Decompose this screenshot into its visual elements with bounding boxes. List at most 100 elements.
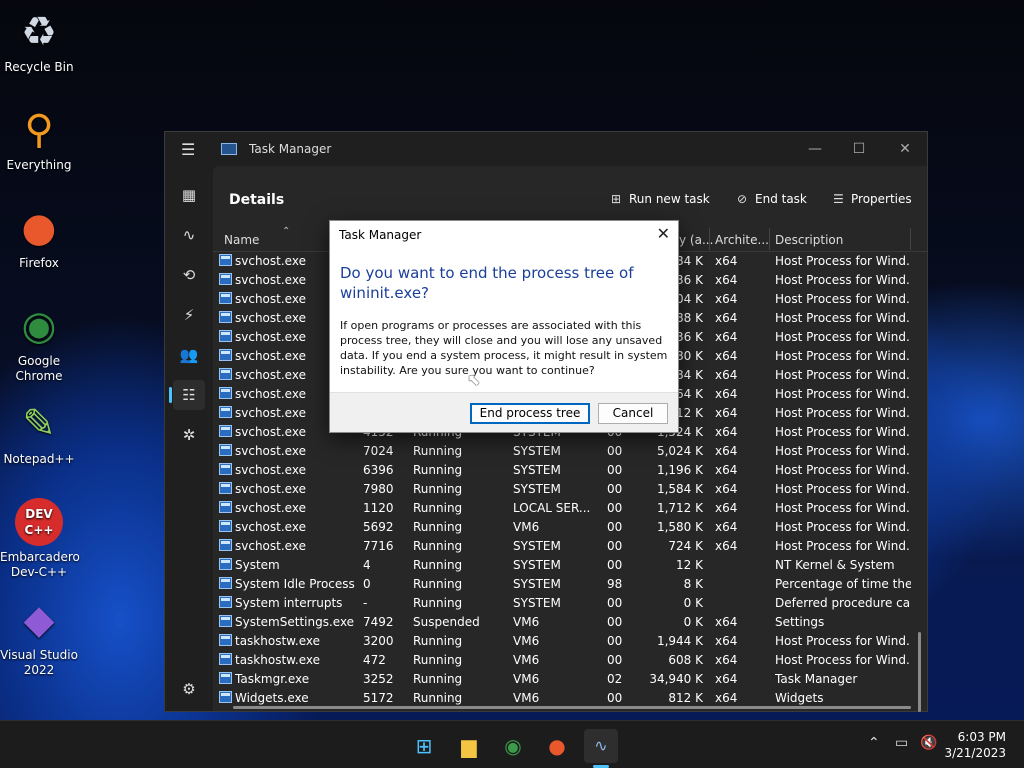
table-row[interactable]: svchost.exe 1120 Running LOCAL SER... 00 1,71… — [213, 499, 913, 518]
cell-desc: Host Process for Wind... — [775, 463, 911, 477]
cell-desc: NT Kernel & System — [775, 558, 895, 572]
cell-mem: 1,196 K — [656, 463, 703, 477]
system-clock[interactable]: 6:03 PM 3/21/2023 — [944, 729, 1006, 761]
cell-user: VM6 — [513, 653, 540, 667]
cell-cpu: 00 — [607, 444, 623, 458]
process-icon — [219, 368, 232, 380]
network-icon[interactable]: ▭ — [895, 735, 908, 751]
google-chrome-desktop-icon[interactable]: ◉ Google Chrome — [0, 302, 78, 384]
cell-user: VM6 — [513, 672, 540, 686]
firefox-taskbar-icon[interactable]: ● — [540, 729, 574, 763]
table-row[interactable]: svchost.exe 7980 Running SYSTEM 00 1,584 K x64… — [213, 480, 913, 499]
task-manager-taskbar-icon[interactable]: ∿ — [584, 729, 618, 763]
properties-button[interactable]: ☰ Properties — [833, 192, 912, 206]
vertical-scrollbar[interactable] — [918, 632, 921, 712]
nav-settings-icon[interactable]: ⚙ — [173, 674, 205, 704]
cell-user: SYSTEM — [513, 577, 561, 591]
process-icon — [219, 501, 232, 513]
process-icon — [219, 634, 232, 646]
cell-pid: 0 — [363, 577, 371, 591]
google-chrome-image-icon: ◉ — [21, 303, 57, 349]
nav-processes-icon[interactable]: ▦ — [173, 180, 205, 210]
embarcadero-devcpp-desktop-icon[interactable]: DEV C++ Embarcadero Dev-C++ — [0, 498, 80, 580]
table-row[interactable]: SystemSettings.exe 7492 Suspended VM6 00 0 K x… — [213, 613, 913, 632]
start-button-windows-icon[interactable]: ⊞ — [407, 729, 441, 763]
clock-date: 3/21/2023 — [944, 746, 1006, 760]
file-explorer-icon[interactable]: ▆ — [452, 729, 486, 763]
end-process-tree-button[interactable]: End process tree — [470, 403, 590, 424]
cell-desc: Host Process for Wind... — [775, 539, 911, 553]
cell-desc: Host Process for Wind... — [775, 634, 911, 648]
table-row[interactable]: System interrupts - Running SYSTEM 00 0 K Defe… — [213, 594, 913, 613]
table-row[interactable]: taskhostw.exe 472 Running VM6 00 608 K x64 Host… — [213, 651, 913, 670]
table-row[interactable]: taskhostw.exe 3200 Running VM6 00 1,944 K x64 H… — [213, 632, 913, 651]
cell-mem: 1,580 K — [656, 520, 703, 534]
table-row[interactable]: svchost.exe 5692 Running VM6 00 1,580 K x64 Hos… — [213, 518, 913, 537]
cell-desc: Settings — [775, 615, 825, 629]
cell-cpu: 00 — [607, 520, 623, 534]
dialog-footer: End process tree Cancel — [330, 392, 678, 432]
cell-arch: x64 — [715, 254, 738, 268]
cell-cpu: 00 — [607, 501, 623, 515]
process-icon — [219, 254, 232, 266]
minimize-button[interactable]: — — [793, 136, 837, 162]
table-row[interactable]: svchost.exe 7024 Running SYSTEM 00 5,024 K x64… — [213, 442, 913, 461]
cell-pid: 5692 — [363, 520, 394, 534]
cell-arch: x64 — [715, 634, 738, 648]
desktop-icon-label: Firefox — [19, 256, 59, 270]
cell-cpu: 00 — [607, 634, 623, 648]
visual-studio-desktop-icon[interactable]: ◆ Visual Studio 2022 — [0, 596, 78, 678]
show-hidden-icons-chevron-icon[interactable]: ⌃ — [868, 735, 880, 751]
dialog-close-icon[interactable]: ✕ — [657, 224, 670, 243]
table-row[interactable]: System 4 Running SYSTEM 00 12 K NT Kernel & Sy… — [213, 556, 913, 575]
desktop-icon-label: Recycle Bin — [4, 60, 74, 74]
cell-status: Running — [413, 691, 463, 705]
recycle-bin-desktop-icon[interactable]: ♻ Recycle Bin — [0, 8, 78, 75]
cell-desc: Host Process for Wind... — [775, 653, 911, 667]
cell-pid: 3200 — [363, 634, 394, 648]
run-new-task-button[interactable]: ⊞ Run new task — [611, 192, 710, 206]
cell-desc: Host Process for Wind... — [775, 425, 911, 439]
cell-cpu: 00 — [607, 482, 623, 496]
cancel-button[interactable]: Cancel — [598, 403, 668, 424]
table-row[interactable]: svchost.exe 7716 Running SYSTEM 00 724 K x64 Ho… — [213, 537, 913, 556]
cell-name: Widgets.exe — [235, 691, 309, 705]
title-bar[interactable]: ☰ Task Manager — ☐ ✕ — [165, 132, 927, 166]
cell-desc: Task Manager — [775, 672, 858, 686]
cell-cpu: 00 — [607, 653, 623, 667]
end-task-button[interactable]: ⊘ End task — [737, 192, 807, 206]
everything-desktop-icon[interactable]: ⚲ Everything — [0, 106, 78, 173]
cell-desc: Host Process for Wind... — [775, 501, 911, 515]
cell-arch: x64 — [715, 292, 738, 306]
table-row[interactable]: svchost.exe 6396 Running SYSTEM 00 1,196 K x64… — [213, 461, 913, 480]
table-row[interactable]: System Idle Process 0 Running SYSTEM 98 8 K Pe… — [213, 575, 913, 594]
cell-arch: x64 — [715, 482, 738, 496]
cell-status: Running — [413, 596, 463, 610]
volume-muted-icon[interactable]: 🔇 — [920, 735, 937, 751]
cell-pid: - — [363, 596, 368, 610]
cell-desc: Host Process for Wind... — [775, 349, 911, 363]
cell-mem: 608 K — [668, 653, 703, 667]
maximize-button[interactable]: ☐ — [837, 136, 881, 162]
cell-desc: Percentage of time the... — [775, 577, 911, 591]
task-manager-app-icon — [221, 143, 237, 155]
nav-performance-icon[interactable]: ∿ — [173, 220, 205, 250]
nav-users-icon[interactable]: 👥 — [173, 340, 205, 370]
cell-arch: x64 — [715, 273, 738, 287]
firefox-desktop-icon[interactable]: ● Firefox — [0, 204, 78, 271]
column-separator — [910, 228, 911, 250]
table-row[interactable]: Taskmgr.exe 3252 Running VM6 02 34,940 K x64 Ta… — [213, 670, 913, 689]
nav-services-icon[interactable]: ✲ — [173, 420, 205, 450]
chrome-taskbar-icon[interactable]: ◉ — [496, 729, 530, 763]
cell-desc: Host Process for Wind... — [775, 406, 911, 420]
nav-startup-apps-icon[interactable]: ⚡ — [173, 300, 205, 330]
cell-arch: x64 — [715, 463, 738, 477]
nav-details-icon[interactable]: ☷ — [173, 380, 205, 410]
hamburger-menu-icon[interactable]: ☰ — [181, 140, 195, 159]
nav-app-history-icon[interactable]: ⟲ — [173, 260, 205, 290]
cell-arch: x64 — [715, 539, 738, 553]
horizontal-scrollbar[interactable] — [233, 706, 911, 709]
close-button[interactable]: ✕ — [883, 136, 927, 162]
process-icon — [219, 577, 232, 589]
notepadpp-desktop-icon[interactable]: ✎ Notepad++ — [0, 400, 78, 467]
